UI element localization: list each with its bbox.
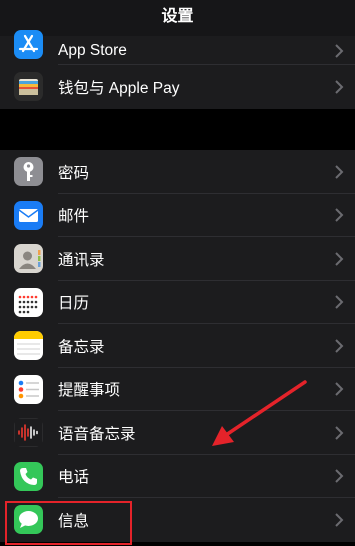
mail-icon (14, 200, 43, 230)
settings-row-passwords[interactable]: 密码 (0, 150, 355, 194)
chevron-right-icon (335, 165, 344, 179)
chevron-right-icon (335, 426, 344, 440)
app-store-icon (14, 30, 43, 59)
chevron-right-icon (335, 80, 344, 94)
calendar-icon (14, 287, 43, 317)
settings-row-label: 提醒事项 (58, 382, 121, 400)
settings-row-phone[interactable]: 电话 (0, 455, 355, 498)
chevron-right-icon (335, 513, 344, 527)
chevron-right-icon (335, 339, 344, 353)
reminders-icon (14, 374, 43, 404)
highlight-box (5, 501, 132, 545)
settings-row-label: 通讯录 (58, 251, 105, 269)
key-icon (14, 157, 43, 187)
settings-row-label: 密码 (58, 164, 90, 182)
settings-row-wallet[interactable]: 钱包与 Apple Pay (0, 65, 355, 109)
settings-row-app-store[interactable]: App Store (0, 30, 355, 65)
settings-row-calendar[interactable]: 日历 (0, 281, 355, 324)
settings-row-label: 邮件 (58, 208, 90, 226)
settings-row-notes[interactable]: 备忘录 (0, 324, 355, 368)
chevron-right-icon (335, 208, 344, 222)
nav-bar: 设置 (0, 0, 355, 36)
settings-row-voice-memos[interactable]: 语音备忘录 (0, 411, 355, 455)
notes-icon (14, 331, 43, 361)
chevron-right-icon (335, 43, 344, 58)
wallet-icon (14, 72, 43, 102)
chevron-right-icon (335, 382, 344, 396)
section-gap (0, 120, 355, 150)
settings-group-apps-store: App Store 钱包与 Apple Pay (0, 30, 355, 109)
settings-row-contacts[interactable]: 通讯录 (0, 237, 355, 281)
settings-row-label: App Store (58, 41, 127, 59)
settings-row-label: 备忘录 (58, 338, 105, 356)
settings-row-label: 电话 (58, 469, 90, 487)
settings-row-label: 日历 (58, 295, 90, 313)
settings-row-mail[interactable]: 邮件 (0, 194, 355, 237)
voice-memos-icon (14, 418, 43, 448)
phone-icon (14, 461, 43, 491)
chevron-right-icon (335, 252, 344, 266)
settings-group-apps: 密码 邮件 通讯录 日历 备忘录 提醒事项 语音备忘录 电话 信息 (0, 150, 355, 542)
settings-row-label: 语音备忘录 (58, 425, 136, 443)
chevron-right-icon (335, 469, 344, 483)
settings-row-reminders[interactable]: 提醒事项 (0, 368, 355, 411)
chevron-right-icon (335, 295, 344, 309)
settings-row-label: 钱包与 Apple Pay (58, 79, 180, 97)
contacts-icon (14, 244, 43, 274)
page-title: 设置 (161, 8, 194, 25)
